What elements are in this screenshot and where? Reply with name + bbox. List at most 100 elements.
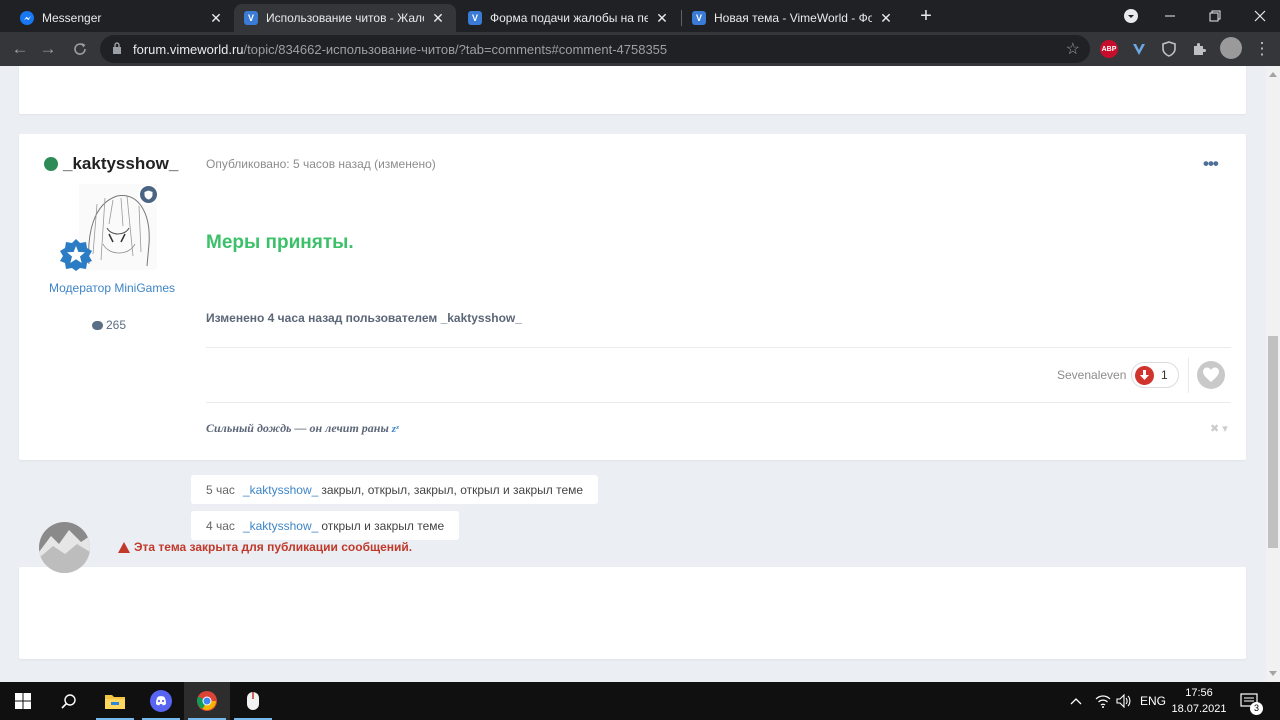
tab-title: Messenger	[42, 11, 102, 25]
tab-complaint-form[interactable]: V Форма подачи жалобы на перс ✕	[458, 4, 680, 32]
file-explorer-icon[interactable]	[92, 682, 138, 720]
moderation-event: 5 час _kaktysshow_ закрыл, открыл, закры…	[191, 475, 599, 504]
event-time[interactable]: 4 час	[206, 519, 235, 533]
page-viewport: _kaktysshow_ Модератор MiniGames 265 Опу…	[0, 66, 1266, 682]
reaction-user[interactable]: Sevenaleven	[1057, 368, 1126, 382]
discord-icon[interactable]	[138, 682, 184, 720]
reaction-count: 1	[1161, 368, 1168, 382]
vimeworld-icon: V	[692, 11, 706, 25]
back-arrow-icon[interactable]: ←	[8, 37, 32, 61]
notification-center-icon[interactable]: 3	[1240, 682, 1263, 720]
tab-active-complaint[interactable]: V Использование читов - Жалобы ✕	[234, 4, 456, 32]
mouse-app-icon[interactable]	[230, 682, 276, 720]
input-language-indicator[interactable]: ENG	[1140, 682, 1166, 720]
lock-icon	[113, 42, 121, 54]
minimize-icon[interactable]	[1150, 0, 1190, 32]
locked-topic-card	[19, 567, 1246, 659]
messenger-icon	[20, 11, 34, 25]
browser-toolbar: ← → forum.vimeworld.ru/topic/834662-испо…	[0, 32, 1280, 66]
restore-icon[interactable]	[1195, 0, 1235, 32]
windows-start-icon[interactable]	[0, 682, 46, 720]
forward-arrow-icon[interactable]: →	[36, 37, 60, 61]
moderation-event: 4 час _kaktysshow_ открыл и закрыл теме	[191, 511, 460, 540]
post-options-menu-icon[interactable]: •••	[1203, 154, 1219, 174]
post-card	[19, 134, 1246, 460]
tab-title: Новая тема - VimeWorld - Фору	[714, 11, 872, 25]
divider	[1188, 357, 1189, 393]
wifi-icon[interactable]	[1095, 682, 1111, 720]
event-action: закрыл, открыл, закрыл, открыл и закрыл …	[321, 482, 584, 497]
profile-avatar[interactable]	[1220, 37, 1242, 59]
signature-controls[interactable]: ✖ ▾	[1210, 422, 1228, 435]
search-icon[interactable]	[46, 682, 92, 720]
vimeworld-icon: V	[468, 11, 482, 25]
tab-close-icon[interactable]: ✕	[878, 10, 894, 27]
divider	[206, 347, 1231, 348]
divider	[206, 402, 1231, 403]
browser-tab-strip: Messenger ✕ V Использование читов - Жало…	[0, 0, 1280, 32]
event-action: открыл и закрыл теме	[321, 518, 445, 533]
post-meta[interactable]: Опубликовано: 5 часов назад (изменено)	[206, 157, 436, 171]
author-name-text: _kaktysshow_	[63, 154, 179, 173]
url-text: forum.vimeworld.ru/topic/834662-использо…	[133, 42, 667, 57]
system-clock[interactable]: 17:56 18.07.2021	[1170, 685, 1228, 717]
url-path: /topic/834662-использование-читов/?tab=c…	[243, 42, 668, 57]
post-count: 265	[92, 318, 126, 332]
scroll-up-arrow-icon[interactable]	[1269, 72, 1277, 77]
chrome-menu-icon[interactable]: ⋮	[1250, 37, 1274, 61]
extension-label: ABP	[1101, 45, 1117, 53]
previous-post-card	[19, 66, 1246, 114]
bookmark-star-icon[interactable]: ☆	[1066, 39, 1080, 59]
edited-note: Изменено 4 часа назад пользователем _kak…	[206, 311, 522, 325]
post-content: Меры приняты.	[206, 232, 354, 253]
address-bar[interactable]: forum.vimeworld.ru/topic/834662-использо…	[100, 35, 1090, 63]
tab-close-icon[interactable]: ✕	[430, 10, 446, 27]
rank-star-badge-icon	[60, 239, 92, 271]
comment-bubble-icon	[92, 320, 103, 330]
url-host: forum.vimeworld.ru	[133, 42, 244, 57]
scroll-down-arrow-icon[interactable]	[1269, 671, 1277, 676]
tab-close-icon[interactable]: ✕	[208, 10, 224, 27]
shield-extension-icon[interactable]	[1160, 40, 1178, 58]
volume-icon[interactable]	[1116, 682, 1132, 720]
signature-text: Сильный дождь — он лечит раны	[206, 421, 392, 435]
chrome-icon[interactable]	[184, 682, 230, 720]
scrollbar-thumb[interactable]	[1268, 336, 1278, 548]
tab-messenger[interactable]: Messenger ✕	[10, 4, 234, 32]
notification-count-badge: 3	[1250, 702, 1263, 715]
vpn-icon[interactable]	[1130, 40, 1148, 58]
page-scrollbar[interactable]	[1266, 66, 1280, 682]
post-count-value: 265	[106, 318, 127, 332]
tab-title: Использование читов - Жалобы	[266, 11, 424, 25]
new-tab-plus-icon[interactable]: +	[916, 6, 936, 26]
close-window-icon[interactable]	[1240, 0, 1280, 32]
tab-title: Форма подачи жалобы на перс	[490, 11, 648, 25]
online-status-indicator	[44, 157, 58, 171]
tab-new-topic[interactable]: V Новая тема - VimeWorld - Фору ✕	[682, 4, 904, 32]
windows-taskbar: ENG 17:56 18.07.2021 3	[0, 682, 1280, 720]
event-time[interactable]: 5 час	[206, 483, 235, 497]
clock-date: 18.07.2021	[1171, 703, 1227, 715]
react-heart-button[interactable]	[1197, 361, 1225, 389]
topic-locked-notice: Эта тема закрыта для публикации сообщени…	[118, 540, 412, 554]
post-author[interactable]: _kaktysshow_	[44, 154, 178, 174]
puzzle-icon[interactable]	[1190, 40, 1208, 58]
tab-search-chevron-icon[interactable]	[1111, 0, 1151, 32]
vimeworld-icon: V	[244, 11, 258, 25]
user-signature: Сильный дождь — он лечит раны zᶻ	[206, 421, 399, 436]
clock-time: 17:56	[1185, 687, 1213, 699]
adblock-plus-icon[interactable]: ABP	[1100, 40, 1118, 58]
thumbs-down-reaction-icon	[1135, 366, 1154, 385]
event-user-link[interactable]: _kaktysshow_	[243, 519, 318, 533]
show-hidden-icons-chevron-icon[interactable]	[1070, 682, 1082, 720]
warning-icon	[118, 541, 130, 553]
user-avatar	[39, 522, 90, 573]
event-user-link[interactable]: _kaktysshow_	[243, 483, 318, 497]
moderator-shield-icon	[138, 184, 159, 205]
signature-sleep-glyph: zᶻ	[391, 423, 399, 435]
reaction-summary[interactable]: 1	[1131, 362, 1179, 388]
tab-close-icon[interactable]: ✕	[654, 10, 670, 27]
author-group-title: Модератор MiniGames	[48, 281, 176, 295]
locked-message-text: Эта тема закрыта для публикации сообщени…	[134, 540, 413, 554]
reload-icon[interactable]	[68, 37, 92, 61]
